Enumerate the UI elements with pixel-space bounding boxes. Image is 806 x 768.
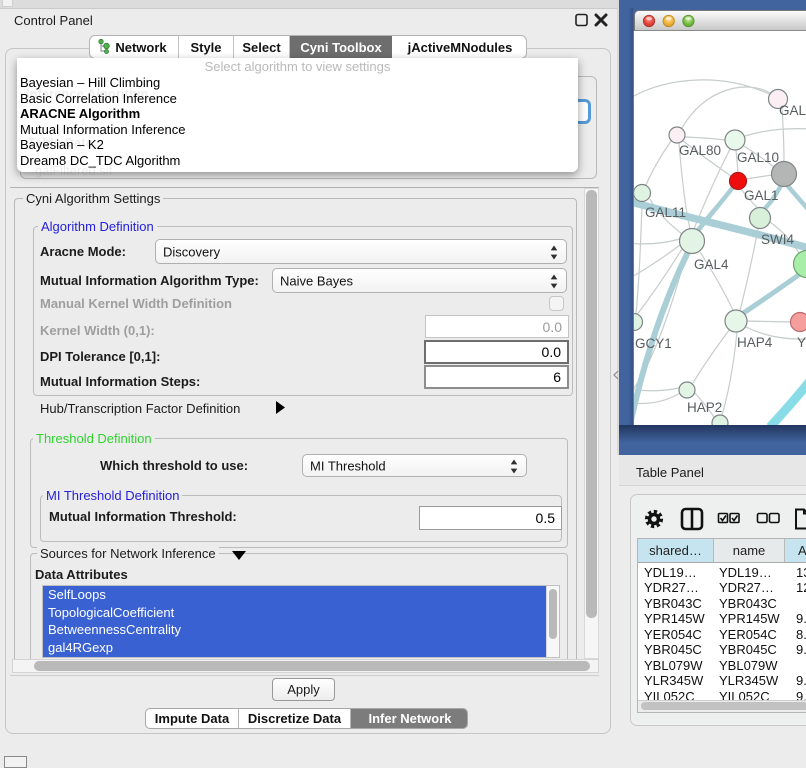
svg-text:GAL7: GAL7 (779, 103, 806, 118)
svg-text:GAL1: GAL1 (744, 188, 779, 203)
svg-text:GAL10: GAL10 (737, 150, 779, 165)
svg-text:HAP4: HAP4 (737, 335, 773, 350)
svg-text:GAL11: GAL11 (645, 205, 686, 220)
svg-text:GAL80: GAL80 (679, 143, 721, 158)
svg-text:SWI4: SWI4 (761, 232, 794, 247)
svg-text:YJ: YJ (797, 335, 806, 350)
svg-text:GAL4: GAL4 (694, 257, 729, 272)
svg-text:HAP2: HAP2 (687, 400, 722, 415)
svg-text:GCY1: GCY1 (635, 336, 672, 351)
